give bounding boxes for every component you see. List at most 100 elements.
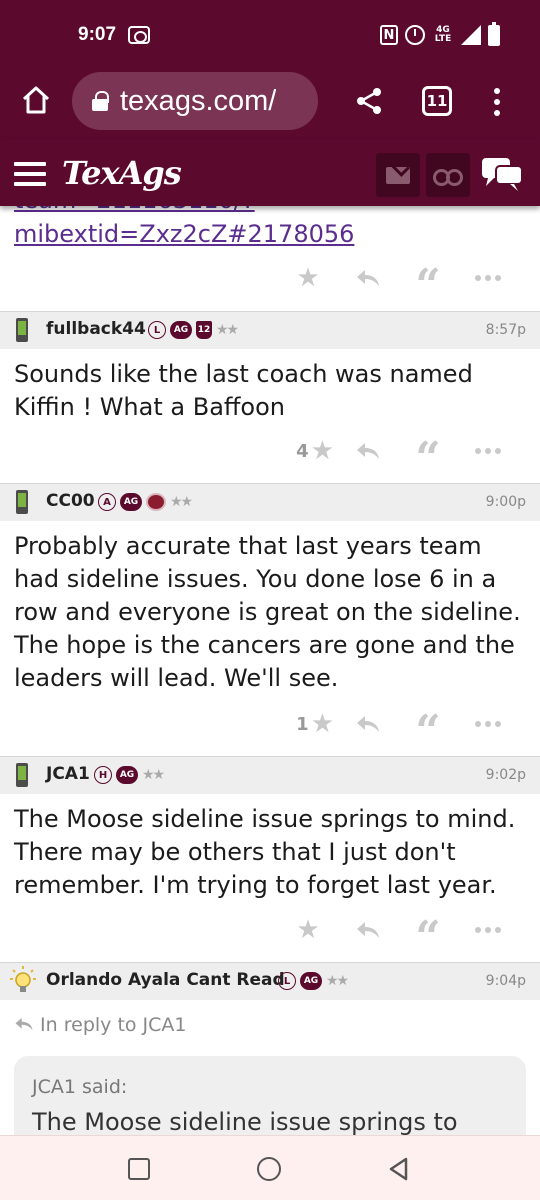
mail-icon — [386, 166, 410, 184]
more-button[interactable] — [458, 914, 518, 946]
chat-icon[interactable] — [480, 156, 524, 192]
reply-icon — [357, 716, 379, 732]
badge-l: L — [148, 321, 166, 339]
team-logo-icon — [146, 493, 166, 511]
more-button[interactable] — [458, 708, 518, 740]
battery-icon — [488, 21, 500, 46]
user-badges: L AG 12 ★★ — [148, 321, 239, 339]
badge-ag: AG — [116, 766, 138, 784]
reply-button[interactable] — [338, 435, 398, 467]
back-button[interactable] — [386, 1156, 412, 1182]
in-reply-to-link[interactable]: In reply to JCA1 — [14, 1014, 187, 1036]
quoted-post: JCA1 said: The Moose sideline issue spri… — [14, 1056, 526, 1135]
messages-button[interactable] — [376, 153, 420, 197]
badge-l: L — [278, 972, 296, 990]
star-button[interactable]: 4 ★ — [278, 435, 338, 467]
home-button[interactable] — [257, 1157, 281, 1181]
network-type-label: 4G LTE — [434, 25, 452, 44]
browser-toolbar: texags.com/ 11 — [0, 66, 540, 140]
post-actions: 1 ★ “ — [278, 708, 518, 754]
lightbulb-icon — [10, 966, 36, 992]
star-count: 4 — [296, 440, 309, 462]
post-time: 9:00p — [485, 494, 526, 510]
reply-icon — [357, 270, 379, 286]
post-body: Sounds like the last coach was named Kif… — [14, 360, 473, 421]
binoculars-icon — [433, 167, 463, 186]
mobile-icon — [16, 490, 28, 514]
user-badges: A AG ★★ — [98, 493, 193, 511]
hamburger-menu-icon[interactable] — [14, 162, 46, 186]
reply-arrow-icon — [15, 1017, 33, 1031]
badge-ag: AG — [120, 493, 142, 511]
post-header: Orlando Ayala Cant Read L AG ★★ 9:04p — [0, 962, 540, 1000]
system-nav-bar — [0, 1135, 540, 1200]
reply-icon — [357, 443, 379, 459]
badge-12: 12 — [196, 321, 212, 339]
post-username[interactable]: Orlando Ayala Cant Read — [46, 970, 285, 990]
badge-ag: AG — [170, 321, 192, 339]
post-link-line2[interactable]: mibextid=Zxz2cZ#2178056 — [14, 220, 354, 248]
quote-button[interactable]: “ — [398, 435, 458, 481]
address-bar[interactable]: texags.com/ — [72, 72, 318, 130]
status-icons: N 4G LTE — [380, 21, 500, 48]
status-bar: 9:07 N 4G LTE — [0, 0, 540, 66]
home-icon[interactable] — [20, 84, 52, 116]
post-actions: ★ “ — [278, 914, 518, 960]
post-body: The Moose sideline issue springs to mind… — [14, 805, 516, 899]
more-button[interactable] — [458, 435, 518, 467]
post-time: 9:02p — [485, 767, 526, 783]
quote-button[interactable]: “ — [398, 262, 458, 308]
in-reply-to-text: In reply to JCA1 — [40, 1014, 187, 1036]
post-username[interactable]: CC00 — [46, 491, 95, 511]
post-actions: ★ “ — [278, 262, 518, 308]
quote-button[interactable]: “ — [398, 708, 458, 754]
post-username[interactable]: fullback44 — [46, 319, 146, 339]
overflow-menu-icon[interactable] — [494, 88, 500, 116]
alarm-icon — [405, 25, 425, 45]
star-button[interactable]: ★ — [278, 262, 338, 294]
share-icon[interactable] — [354, 86, 384, 116]
post-actions: 4 ★ “ — [278, 435, 518, 481]
lock-icon — [92, 91, 109, 111]
post-header: fullback44 L AG 12 ★★ 8:57p — [0, 311, 540, 349]
tab-switcher-button[interactable]: 11 — [422, 86, 452, 116]
post-time: 8:57p — [485, 322, 526, 338]
post-time: 9:04p — [485, 973, 526, 989]
signal-icon — [461, 25, 481, 45]
site-header: TexAgs — [0, 140, 540, 206]
badge-ag: AG — [300, 972, 322, 990]
reply-button[interactable] — [338, 708, 398, 740]
thread-content: team=211163110/? mibextid=Zxz2cZ#2178056… — [0, 140, 540, 1135]
url-text: texags.com/ — [120, 84, 277, 117]
user-badges: L AG ★★ — [278, 972, 349, 990]
badge-stars: ★★ — [142, 767, 165, 783]
nfc-icon: N — [380, 25, 398, 45]
user-badges: H AG ★★ — [94, 766, 165, 784]
screen-cast-icon — [128, 26, 150, 44]
watch-button[interactable] — [426, 153, 470, 197]
quote-button[interactable]: “ — [398, 914, 458, 960]
badge-stars: ★★ — [170, 494, 193, 510]
reply-icon — [357, 922, 379, 938]
more-button[interactable] — [458, 262, 518, 294]
recents-button[interactable] — [128, 1158, 150, 1180]
mobile-icon — [16, 763, 28, 787]
star-count: 1 — [296, 713, 309, 735]
badge-a: A — [98, 493, 116, 511]
quote-text: The Moose sideline issue springs to — [32, 1108, 458, 1135]
mobile-icon — [16, 318, 28, 342]
reply-button[interactable] — [338, 262, 398, 294]
badge-h: H — [94, 766, 112, 784]
badge-stars: ★★ — [326, 973, 349, 989]
post-header: JCA1 H AG ★★ 9:02p — [0, 756, 540, 794]
post-body: Probably accurate that last years team h… — [14, 532, 521, 692]
badge-stars: ★★ — [216, 322, 239, 338]
reply-button[interactable] — [338, 914, 398, 946]
post-header: CC00 A AG ★★ 9:00p — [0, 483, 540, 521]
quote-author: JCA1 said: — [32, 1076, 128, 1098]
star-button[interactable]: ★ — [278, 914, 338, 946]
post-username[interactable]: JCA1 — [46, 764, 90, 784]
site-logo[interactable]: TexAgs — [62, 154, 182, 192]
status-time: 9:07 — [78, 24, 117, 45]
star-button[interactable]: 1 ★ — [278, 708, 338, 740]
